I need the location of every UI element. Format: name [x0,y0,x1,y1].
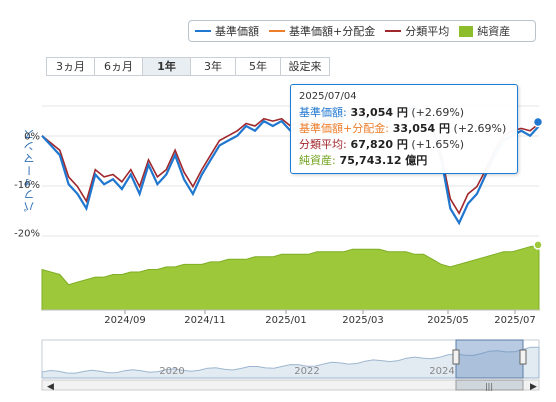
x-tick-label: 2025/03 [342,315,384,326]
navigator-tick-label: 2024 [429,366,454,377]
hover-point [532,116,544,128]
tooltip-change: (+2.69%) [407,106,465,119]
x-tick-label: 2025/01 [265,315,307,326]
data-tooltip: 2025/07/04 基準価額: 33,054 円 (+2.69%) 基準価額+分… [290,84,518,174]
navigator-selection[interactable] [455,339,524,379]
scrollbar-grip-icon: ||| [485,382,493,391]
scroll-left-arrow[interactable]: ◀ [47,382,54,392]
tooltip-date: 2025/07/04 [299,91,357,102]
navigator-tick-label: 2022 [294,366,319,377]
tooltip-label: 基準価額: [299,106,347,119]
navigator-handle[interactable] [519,349,527,365]
tooltip-label: 純資産: [299,154,336,167]
x-tick-label: 2024/11 [184,315,226,326]
navigator-handle[interactable] [452,349,460,365]
tooltip-label: 基準価額+分配金: [299,122,389,135]
tooltip-value: 75,743.12 億円 [335,154,428,167]
tooltip-label: 分類平均: [299,138,347,151]
navigator-tick-label: 2020 [159,366,184,377]
tooltip-row: 基準価額: 33,054 円 (+2.69%) [299,105,509,121]
tooltip-row: 基準価額+分配金: 33,054 円 (+2.69%) [299,121,509,137]
tooltip-value: 33,054 円 [388,122,451,135]
tooltip-row: 分類平均: 67,820 円 (+1.65%) [299,137,509,153]
scroll-right-arrow[interactable]: ▶ [530,382,537,392]
tooltip-value: 67,820 円 [346,138,408,151]
y-tick-label: -20% [14,229,40,240]
x-tick-label: 2025/07 [494,315,536,326]
x-tick-label: 2024/09 [104,315,146,326]
y-tick-label: 0% [24,132,40,143]
x-tick-label: 2025/05 [427,315,469,326]
hover-point [533,240,543,250]
tooltip-value: 33,054 円 [346,106,408,119]
y-tick-label: -10% [14,180,40,191]
tooltip-change: (+1.65%) [407,138,465,151]
performance-chart[interactable]: 0% -10% -20% 2024/09 2024/11 2025/01 2025/03 2… [0,0,556,402]
tooltip-row: 純資産: 75,743.12 億円 [299,153,509,169]
tooltip-change: (+2.69%) [450,122,507,135]
